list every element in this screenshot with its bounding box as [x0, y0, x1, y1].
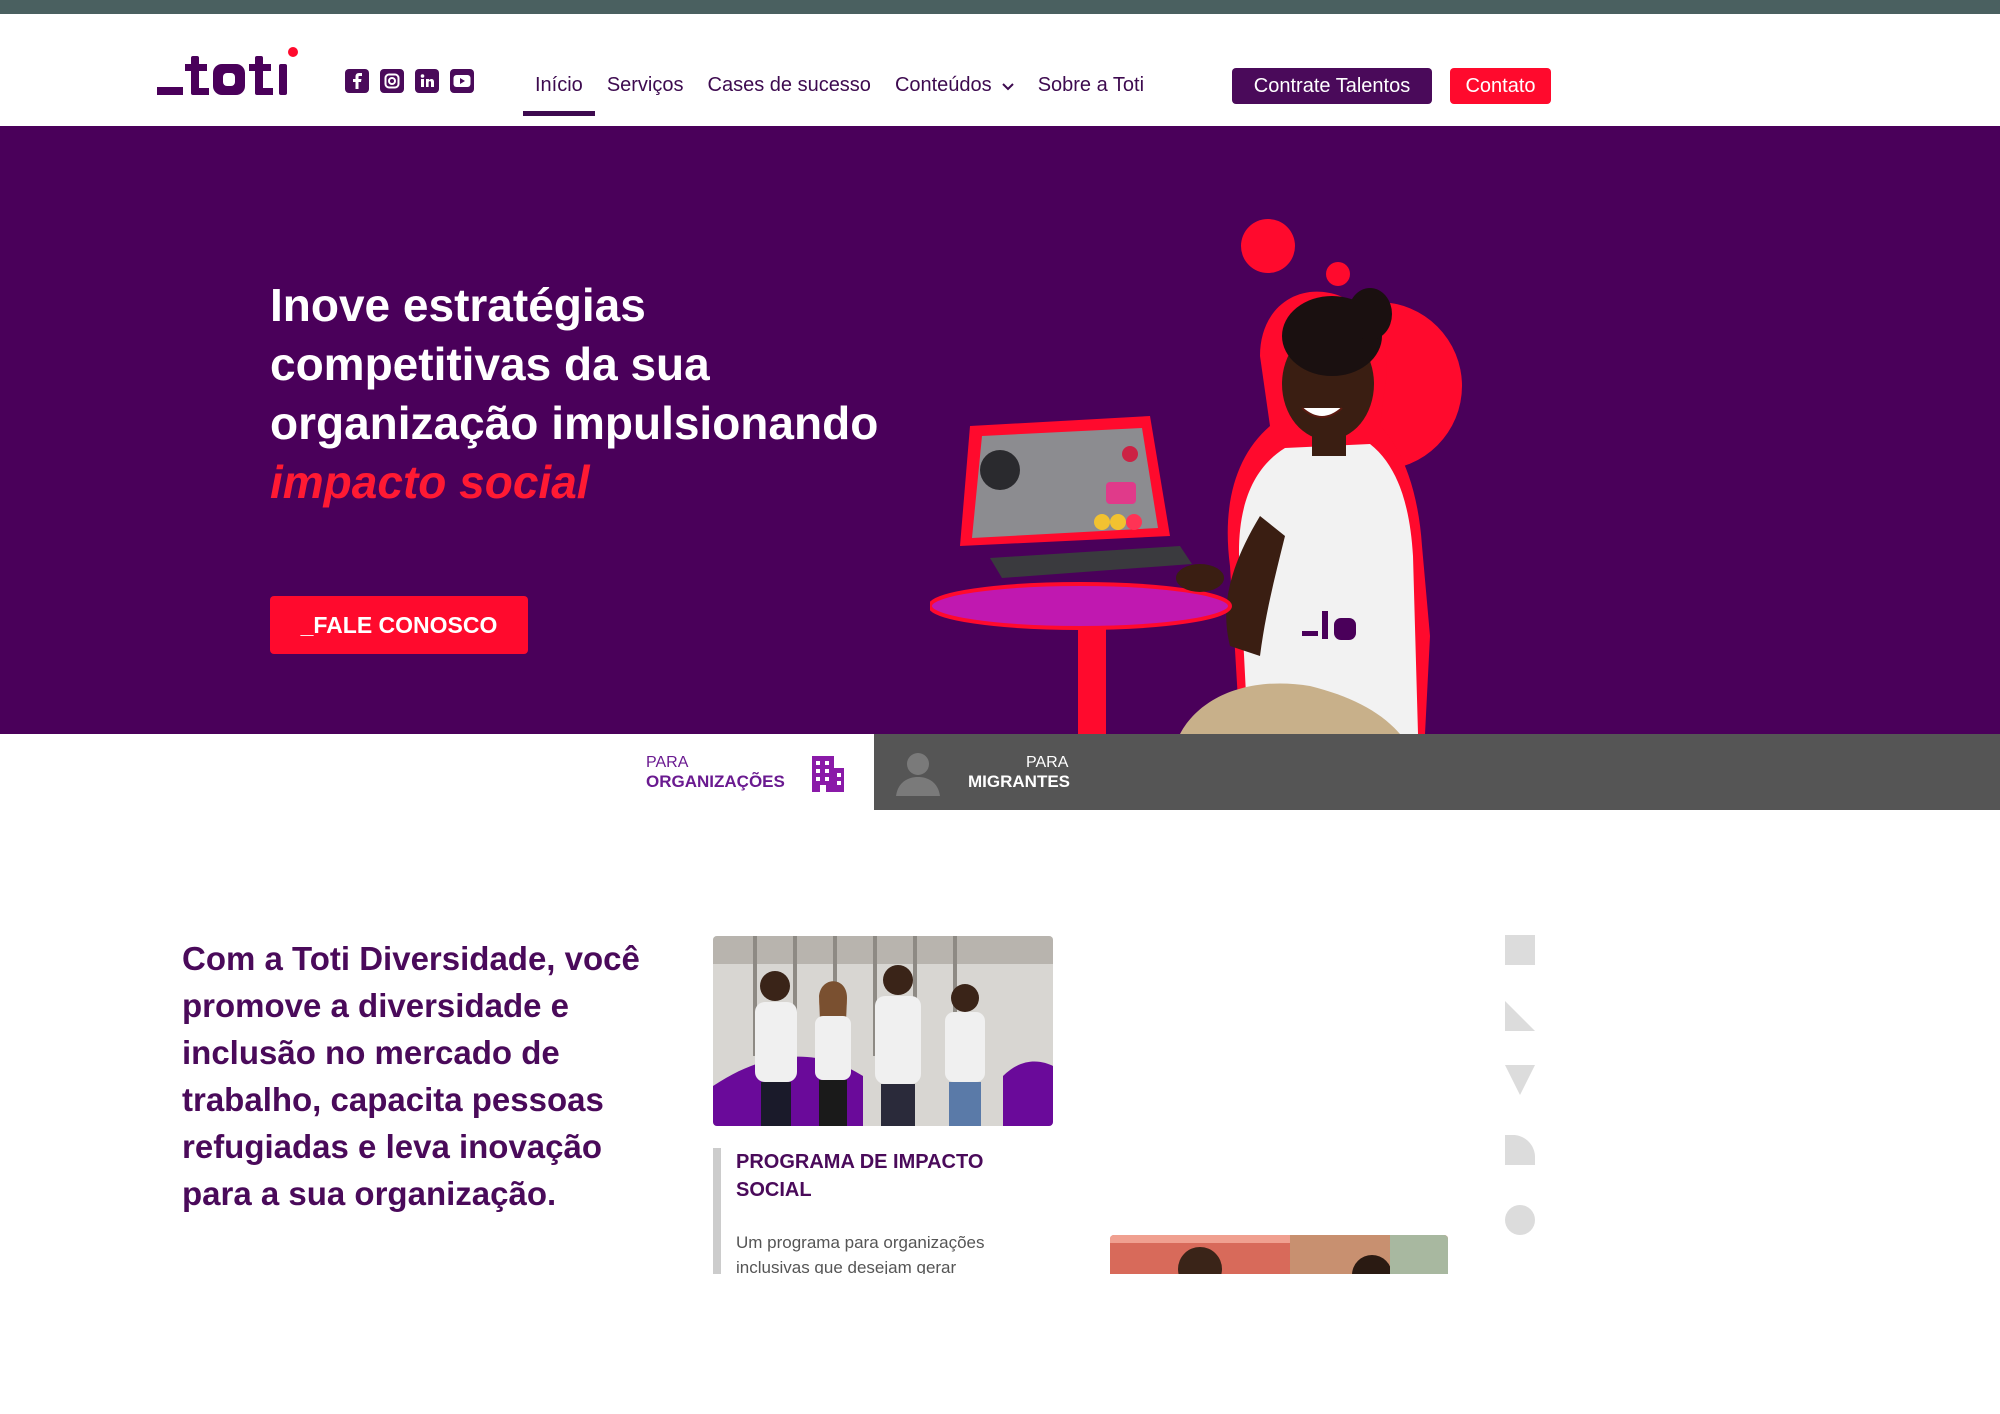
nav-servicos-label: Serviços — [606, 73, 684, 96]
nav-sobre[interactable]: Sobre a Toti — [1026, 54, 1156, 116]
circle-shape — [1505, 1205, 1535, 1235]
program-card[interactable]: PROGRAMA DE IMPACTO SOCIAL Um programa p… — [713, 1148, 1053, 1274]
fale-conosco-button[interactable]: _FALE CONOSCO — [270, 596, 528, 654]
contato-button[interactable]: Contato — [1450, 68, 1551, 104]
program-card-title: PROGRAMA DE IMPACTO SOCIAL — [736, 1151, 984, 1201]
tab-mig-small-label: PARA — [1026, 754, 1069, 771]
hero-illustration — [930, 219, 1462, 734]
tab-org-small-label: PARA — [646, 754, 689, 771]
tab-org-label: ORGANIZAÇÕES — [646, 772, 785, 791]
nav-cases-label: Cases de sucesso — [707, 73, 871, 96]
top-strip — [0, 0, 2000, 14]
carousel-shapes — [1505, 935, 1535, 1235]
youtube-icon[interactable] — [450, 69, 474, 93]
nav-cases[interactable]: Cases de sucesso — [696, 54, 883, 116]
tab-mig-label: MIGRANTES — [968, 772, 1070, 791]
hero-section: Inove estratégias competitivas da sua or… — [0, 126, 2000, 734]
square-shape — [1505, 935, 1535, 965]
nav-conteudos-label: Conteúdos — [894, 73, 992, 96]
instagram-icon[interactable] — [380, 69, 404, 93]
intro-text: Com a Toti Diversidade, você promove a d… — [182, 940, 640, 1212]
hero-title-accent: impacto social — [270, 456, 590, 508]
nav-conteudos[interactable]: Conteúdos — [883, 54, 1026, 116]
audience-tabs: PARA ORGANIZAÇÕES PARA MIGRANTES — [0, 734, 2000, 810]
hero-title-line-3: organização impulsionando — [270, 397, 879, 449]
chevron-down-icon — [1001, 74, 1014, 97]
site-header: Início Serviços Cases de sucesso Conteúd… — [0, 14, 2000, 126]
hero-title-line-1: Inove estratégias — [270, 279, 646, 331]
tab-migrantes[interactable]: PARA MIGRANTES — [874, 734, 2000, 810]
triangle-right-shape — [1505, 1001, 1535, 1031]
facebook-icon[interactable] — [345, 69, 369, 93]
nav-inicio-label: Início — [535, 73, 583, 96]
main-menu: Início Serviços Cases de sucesso Conteúd… — [523, 54, 1156, 116]
linkedin-icon[interactable] — [415, 69, 439, 93]
nav-sobre-label: Sobre a Toti — [1037, 73, 1145, 96]
card-accent-bar — [713, 1148, 721, 1274]
quarter-shape — [1505, 1135, 1535, 1165]
program-card-text: Um programa para organizações inclusivas… — [736, 1233, 985, 1274]
second-card-photo[interactable] — [1110, 1235, 1448, 1274]
hero-title: Inove estratégias competitivas da sua or… — [270, 276, 990, 512]
triangle-down-shape — [1505, 1065, 1535, 1095]
tab-organizacoes[interactable]: PARA ORGANIZAÇÕES — [0, 734, 874, 810]
nav-servicos[interactable]: Serviços — [595, 54, 696, 116]
contrate-talentos-button[interactable]: Contrate Talentos — [1232, 68, 1432, 104]
hero-title-line-2: competitivas da sua — [270, 338, 710, 390]
social-links — [345, 69, 474, 93]
person-icon — [896, 753, 940, 796]
building-icon — [812, 756, 844, 792]
program-card-photo[interactable] — [713, 936, 1053, 1126]
nav-inicio[interactable]: Início — [523, 54, 595, 116]
toti-logo[interactable] — [155, 42, 305, 102]
